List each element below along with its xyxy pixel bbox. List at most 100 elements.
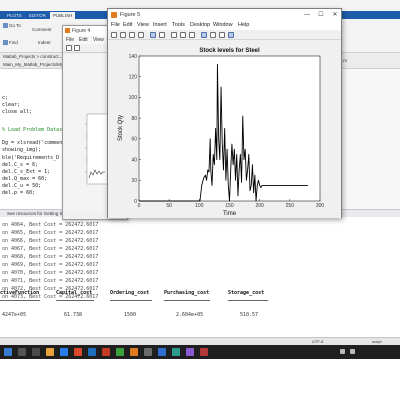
table-cell: 510.57: [240, 312, 259, 318]
app-icon[interactable]: [102, 348, 110, 356]
figure-5-titlebar[interactable]: Figure 5 — ☐ ✕: [108, 9, 341, 21]
code-line: Dg = xlsread('comment_: [2, 140, 69, 146]
encoding-label: UTF-8: [312, 339, 324, 344]
chart-title: Stock levels for Steel: [199, 48, 260, 54]
menu-view[interactable]: View: [137, 21, 149, 30]
x-tick-label: 300: [316, 203, 325, 209]
axes-icon[interactable]: [228, 32, 234, 38]
menu-edit[interactable]: Edit: [79, 36, 88, 44]
grid-icon[interactable]: [219, 32, 225, 38]
x-tick-label: 250: [286, 203, 295, 209]
x-tick-label: 200: [255, 203, 264, 209]
indent-button[interactable]: Indent: [38, 39, 51, 46]
task-view-icon[interactable]: [32, 348, 40, 356]
maximize-button[interactable]: ☐: [314, 9, 328, 21]
figure-5-window[interactable]: Figure 5 — ☐ ✕ File Edit View Insert Too…: [107, 8, 342, 218]
open-icon[interactable]: [74, 45, 80, 51]
y-tick-label: 40: [131, 157, 137, 163]
table-header: Capital_cost: [56, 290, 93, 296]
pan-icon[interactable]: [171, 32, 177, 38]
y-tick-label: 20: [131, 178, 137, 184]
menu-view[interactable]: View: [93, 36, 104, 44]
cmd-line: on 4068, Best Cost = 262472.6017: [2, 254, 99, 260]
app-icon[interactable]: [74, 348, 82, 356]
zoom-icon[interactable]: [150, 32, 156, 38]
file-explorer-icon[interactable]: [46, 348, 54, 356]
menu-desktop[interactable]: Desktop: [190, 21, 210, 30]
workspace-panel[interactable]: [340, 69, 400, 209]
command-window[interactable]: on 4064, Best Cost = 262472.6017 on 4065…: [0, 217, 400, 337]
minimize-button[interactable]: —: [300, 9, 314, 21]
new-file-icon[interactable]: [111, 32, 117, 38]
start-icon[interactable]: [4, 348, 12, 356]
search-icon[interactable]: [18, 348, 26, 356]
figure-5-toolbar: [108, 30, 341, 40]
matlab-logo-icon: [111, 12, 117, 18]
save-icon[interactable]: [129, 32, 135, 38]
menu-file[interactable]: File: [66, 36, 74, 44]
app-icon[interactable]: [158, 348, 166, 356]
table-cell: 1500: [124, 312, 137, 318]
file-type-label: script: [372, 339, 382, 344]
breadcrumb[interactable]: Matlab_Projects > construct...: [3, 53, 62, 60]
brush-icon[interactable]: [189, 32, 195, 38]
x-tick-label: 50: [166, 203, 172, 209]
x-tick-label: 0: [138, 203, 141, 209]
comment-button[interactable]: Comment: [32, 26, 52, 33]
y-tick-label: 0: [134, 199, 137, 205]
cmd-line: on 4066, Best Cost = 262472.6017: [2, 238, 99, 244]
plot-axes-box: [138, 55, 321, 202]
tab-publish[interactable]: PUBLISH: [50, 12, 76, 19]
print-icon[interactable]: [138, 32, 144, 38]
volume-icon[interactable]: [350, 349, 355, 354]
goto-icon: [3, 23, 8, 29]
code-line: c;: [2, 95, 9, 101]
new-file-icon[interactable]: [66, 45, 72, 51]
menu-insert[interactable]: Insert: [153, 21, 167, 30]
table-divider: [56, 300, 94, 301]
table-header: ctiveFunction: [0, 290, 40, 296]
menu-file[interactable]: File: [111, 21, 120, 30]
code-line: close all;: [2, 109, 33, 115]
menu-window[interactable]: Window: [213, 21, 233, 30]
colorbar-icon[interactable]: [201, 32, 207, 38]
data-cursor-icon[interactable]: [159, 32, 165, 38]
app-icon[interactable]: [144, 348, 152, 356]
open-icon[interactable]: [120, 32, 126, 38]
app-icon[interactable]: [200, 348, 208, 356]
blank-area: [0, 359, 400, 400]
legend-icon[interactable]: [210, 32, 216, 38]
code-line: del.p = 60;: [2, 190, 36, 196]
y-tick-label: 80: [131, 116, 137, 122]
menu-edit[interactable]: Edit: [123, 21, 132, 30]
code-line: showing_img);: [2, 147, 42, 153]
rotate-icon[interactable]: [180, 32, 186, 38]
app-icon[interactable]: [116, 348, 124, 356]
app-icon[interactable]: [186, 348, 194, 356]
code-line: del.C_s = 6;: [2, 162, 39, 168]
table-divider: [164, 300, 210, 301]
browser-icon[interactable]: [60, 348, 68, 356]
menu-tools[interactable]: Tools: [172, 21, 185, 30]
table-header: Ordering_cost: [110, 290, 150, 296]
goto-button[interactable]: Go To: [3, 22, 21, 29]
code-line: ble('Requirements_D: [2, 155, 60, 161]
y-tick-label: 140: [129, 54, 138, 60]
figure-5-canvas: Stock levels for Steel Time Stock Qty 0 5…: [108, 40, 341, 218]
stock-chart: Stock levels for Steel Time Stock Qty 0 5…: [118, 48, 325, 217]
figure-4-title: Figure 4: [72, 28, 91, 34]
tab-plots[interactable]: PLOTS: [4, 12, 25, 19]
table-divider: [0, 300, 40, 301]
app-icon[interactable]: [172, 348, 180, 356]
figure-5-menu: File Edit View Insert Tools Desktop Wind…: [108, 21, 341, 30]
menu-help[interactable]: Help: [238, 21, 249, 30]
search-icon: [3, 40, 8, 46]
close-button[interactable]: ✕: [328, 9, 342, 21]
app-icon[interactable]: [88, 348, 96, 356]
find-button[interactable]: Find: [3, 39, 18, 46]
x-tick-label: 100: [195, 203, 204, 209]
network-icon[interactable]: [340, 349, 345, 354]
matlab-icon[interactable]: [130, 348, 138, 356]
tab-editor[interactable]: EDITOR: [26, 12, 49, 19]
y-tick-label: 60: [131, 137, 137, 143]
